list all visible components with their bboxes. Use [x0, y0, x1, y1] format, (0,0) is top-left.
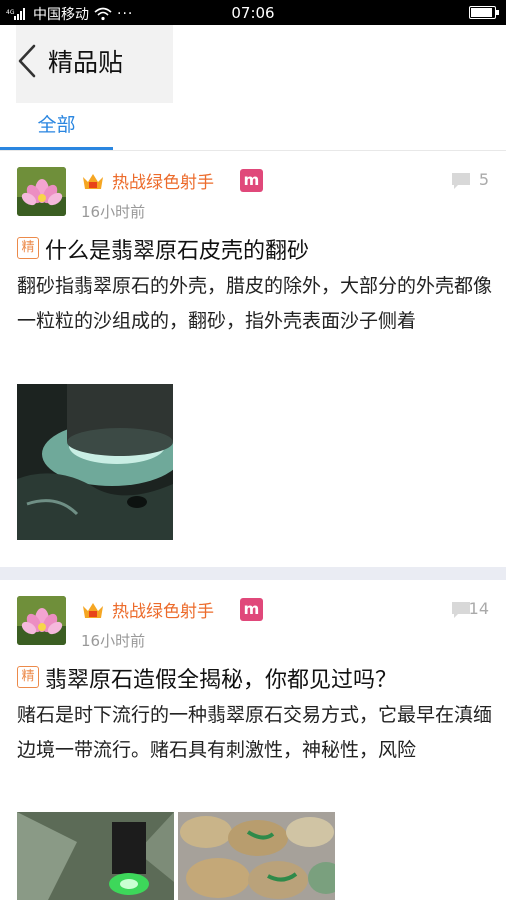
- comment-count: 5: [478, 170, 489, 189]
- essence-tag: 精: [17, 237, 39, 259]
- battery-icon: [469, 6, 499, 19]
- comment-icon: [452, 173, 470, 189]
- username[interactable]: 热战绿色射手: [112, 597, 214, 622]
- lotus-avatar-image: [17, 596, 66, 645]
- post-body: 翻砂指翡翠原石的外壳，腊皮的除外，大部分的外壳都像一粒粒的沙组成的，翻砂，指外壳…: [17, 275, 493, 332]
- back-button[interactable]: [12, 39, 42, 83]
- level-badge: m: [240, 598, 263, 621]
- post-time: 16小时前: [81, 632, 146, 650]
- jade-green-light-image: [17, 812, 174, 900]
- level-badge: m: [240, 169, 263, 192]
- post-divider: [0, 567, 506, 580]
- comment-count: 14: [468, 599, 489, 618]
- crown-icon: [83, 174, 103, 189]
- tab-bar: 全部: [0, 103, 506, 151]
- lotus-avatar-image: [17, 167, 66, 216]
- battery-level: [471, 8, 492, 17]
- post-title[interactable]: 翡翠原石造假全揭秘，你都见过吗？: [45, 662, 397, 694]
- post-title[interactable]: 什么是翡翠原石皮壳的翻砂: [45, 233, 309, 265]
- post-body: 赌石是时下流行的一种翡翠原石交易方式，它最早在滇缅边境一带流行。赌石具有刺激性，…: [17, 704, 493, 761]
- crown-icon: [83, 603, 103, 618]
- avatar[interactable]: [17, 596, 66, 645]
- post-time: 16小时前: [81, 203, 146, 221]
- avatar[interactable]: [17, 167, 66, 216]
- essence-tag: 精: [17, 666, 39, 688]
- post-image[interactable]: [17, 384, 173, 540]
- status-time: 07:06: [231, 4, 275, 22]
- tab-all[interactable]: 全部: [0, 103, 113, 150]
- jade-flashlight-image: [17, 384, 173, 540]
- post-card[interactable]: 热战绿色射手 m 16小时前 14 精 翡翠原石造假全揭秘，你都见过吗？ 赌石是…: [0, 580, 506, 900]
- status-bar: 4G 中国移动 ··· 07:06: [0, 0, 506, 25]
- post-image[interactable]: [17, 812, 174, 900]
- page-title: 精品贴: [48, 48, 124, 77]
- title-bar: 精品贴: [0, 25, 506, 111]
- post-card[interactable]: 热战绿色射手 m 16小时前 5 精 什么是翡翠原石皮壳的翻砂 翻砂指翡翠原石的…: [0, 151, 506, 567]
- username[interactable]: 热战绿色射手: [112, 168, 214, 193]
- post-image[interactable]: [178, 812, 335, 900]
- chevron-left-icon: [18, 44, 36, 78]
- jade-stones-image: [178, 812, 335, 900]
